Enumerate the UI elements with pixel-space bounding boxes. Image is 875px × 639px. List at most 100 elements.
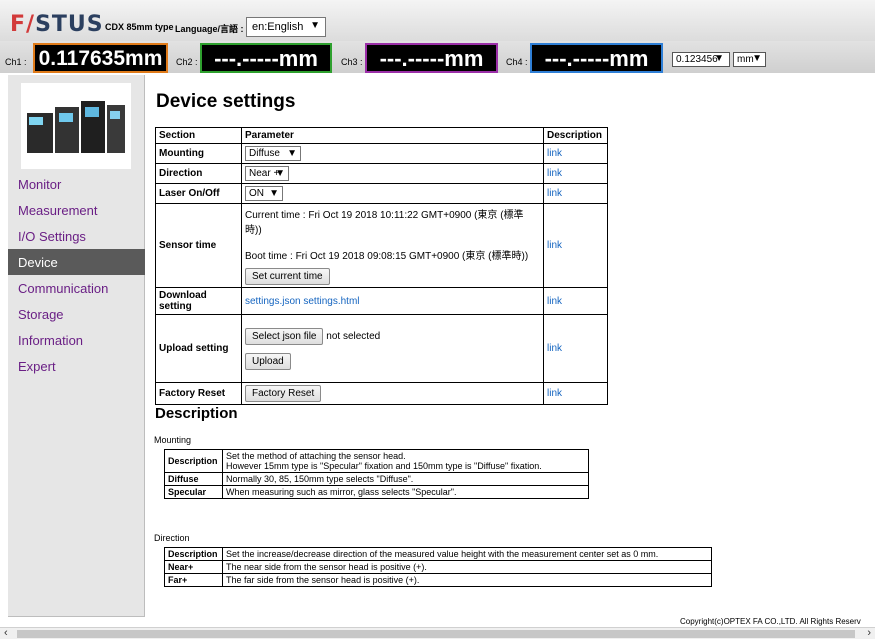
sensor-time-link[interactable]: link (547, 240, 562, 251)
table-row: Description Set the method of attaching … (164, 449, 589, 473)
mounting-link[interactable]: link (547, 148, 562, 159)
upload-link[interactable]: link (547, 343, 562, 354)
select-json-file-button[interactable]: Select json file (245, 327, 324, 345)
header-description: Description (543, 127, 608, 144)
desc-value: The near side from the sensor head is po… (222, 560, 712, 574)
settings-html-link[interactable]: settings.html (303, 296, 359, 307)
chevron-down-icon: ▼ (752, 53, 762, 64)
top-bar: F/STUS CDX 85mm type Language/言語 : en:En… (0, 0, 875, 41)
ch2-display: ---.-----mm (200, 43, 332, 73)
desc-value: Normally 30, 85, 150mm type selects "Dif… (222, 472, 589, 486)
sidebar-item-io-settings[interactable]: I/O Settings (8, 223, 145, 249)
desc-value-2: However 15mm type is "Specular" fixation… (226, 461, 542, 471)
chevron-down-icon: ▼ (287, 148, 297, 159)
language-select[interactable]: en:English ▼ (246, 17, 326, 37)
ch1-display: 0.117635mm (33, 43, 168, 73)
desc-value: Set the increase/decrease direction of t… (222, 547, 712, 561)
precision-value: 0.123456 (676, 54, 718, 65)
model-label: CDX 85mm type (105, 22, 174, 32)
table-header-row: Section Parameter Description (155, 127, 608, 144)
mounting-label: Mounting (155, 143, 242, 164)
laser-select[interactable]: ON ▼ (245, 186, 283, 201)
chevron-down-icon: ▼ (269, 188, 279, 199)
set-current-time-button[interactable]: Set current time (245, 268, 330, 285)
header-parameter: Parameter (241, 127, 544, 144)
mounting-value: Diffuse (249, 148, 280, 159)
main-content: Device settings Section Parameter Descri… (145, 75, 875, 617)
direction-link[interactable]: link (547, 168, 562, 179)
sidebar: Monitor Measurement I/O Settings Device … (8, 75, 145, 617)
mounting-desc-title: Mounting (154, 435, 192, 445)
factory-reset-link[interactable]: link (547, 388, 562, 399)
ch3-label: Ch3 : (341, 57, 363, 67)
table-row: Laser On/Off ON ▼ link (155, 183, 608, 204)
table-row: Factory Reset Factory Reset link (155, 382, 608, 405)
laser-link[interactable]: link (547, 188, 562, 199)
upload-button[interactable]: Upload (245, 352, 291, 370)
table-row: Sensor time Current time : Fri Oct 19 20… (155, 203, 608, 288)
table-row: Direction Near + ▼ link (155, 163, 608, 184)
scrollbar-thumb[interactable] (17, 630, 855, 638)
desc-key: Near+ (164, 560, 223, 574)
desc-value: When measuring such as mirror, glass sel… (222, 485, 589, 499)
file-status: not selected (326, 330, 381, 342)
desc-value: The far side from the sensor head is pos… (222, 573, 712, 587)
header-section: Section (155, 127, 242, 144)
copyright: Copyright(c)OPTEX FA CO.,LTD. All Rights… (680, 617, 861, 626)
sidebar-item-expert[interactable]: Expert (8, 353, 145, 379)
direction-select[interactable]: Near + ▼ (245, 166, 289, 181)
table-row: Description Set the increase/decrease di… (164, 547, 712, 561)
laser-value: ON (249, 188, 264, 199)
sidebar-item-communication[interactable]: Communication (8, 275, 145, 301)
table-row: Diffuse Normally 30, 85, 150mm type sele… (164, 472, 589, 486)
sidebar-item-storage[interactable]: Storage (8, 301, 145, 327)
mounting-select[interactable]: Diffuse ▼ (245, 146, 301, 161)
chevron-down-icon: ▼ (275, 168, 285, 179)
table-row: Upload setting Select json file not sele… (155, 314, 608, 383)
laser-label: Laser On/Off (155, 183, 242, 204)
sidebar-item-information[interactable]: Information (8, 327, 145, 353)
upload-label: Upload setting (155, 314, 242, 383)
horizontal-scrollbar[interactable]: ‹ › (0, 627, 875, 639)
sidebar-item-device[interactable]: Device (8, 249, 145, 275)
scroll-right-icon[interactable]: › (867, 627, 871, 639)
download-label: Download setting (155, 287, 242, 315)
sensor-time-label: Sensor time (155, 203, 242, 288)
boot-time: Boot time : Fri Oct 19 2018 09:08:15 GMT… (245, 251, 529, 262)
ch4-label: Ch4 : (506, 57, 528, 67)
settings-json-link[interactable]: settings.json (245, 296, 301, 307)
page-title: Device settings (156, 91, 296, 112)
settings-table: Section Parameter Description Mounting D… (155, 127, 608, 405)
desc-key: Far+ (164, 573, 223, 587)
unit-select[interactable]: mm ▼ (733, 52, 766, 67)
factory-reset-button[interactable]: Factory Reset (245, 385, 322, 402)
scroll-left-icon[interactable]: ‹ (4, 627, 8, 639)
download-link[interactable]: link (547, 296, 562, 307)
device-image (21, 83, 131, 169)
ch3-display: ---.-----mm (365, 43, 498, 73)
table-row: Far+ The far side from the sensor head i… (164, 573, 712, 587)
ch2-label: Ch2 : (176, 57, 198, 67)
chevron-down-icon: ▼ (310, 20, 320, 31)
sidebar-item-measurement[interactable]: Measurement (8, 197, 145, 223)
table-row: Mounting Diffuse ▼ link (155, 143, 608, 164)
language-label: Language/言語 : (175, 24, 244, 34)
desc-key: Specular (164, 485, 223, 499)
table-row: Specular When measuring such as mirror, … (164, 485, 589, 499)
direction-desc-table: Description Set the increase/decrease di… (164, 547, 712, 587)
ch1-label: Ch1 : (5, 57, 27, 67)
desc-key: Diffuse (164, 472, 223, 486)
table-row: Near+ The near side from the sensor head… (164, 560, 712, 574)
factory-reset-label: Factory Reset (155, 382, 242, 405)
ch4-display: ---.-----mm (530, 43, 663, 73)
desc-value: Set the method of attaching the sensor h… (226, 451, 406, 461)
table-row: Download setting settings.json settings.… (155, 287, 608, 315)
mounting-desc-table: Description Set the method of attaching … (164, 449, 589, 499)
language-value: en:English (252, 21, 304, 33)
precision-select[interactable]: 0.123456 ▼ (672, 52, 730, 67)
desc-key: Description (164, 547, 223, 561)
sidebar-item-monitor[interactable]: Monitor (8, 171, 145, 197)
direction-desc-title: Direction (154, 533, 190, 543)
description-title: Description (155, 405, 238, 422)
current-time: Current time : Fri Oct 19 2018 10:11:22 … (245, 210, 524, 236)
